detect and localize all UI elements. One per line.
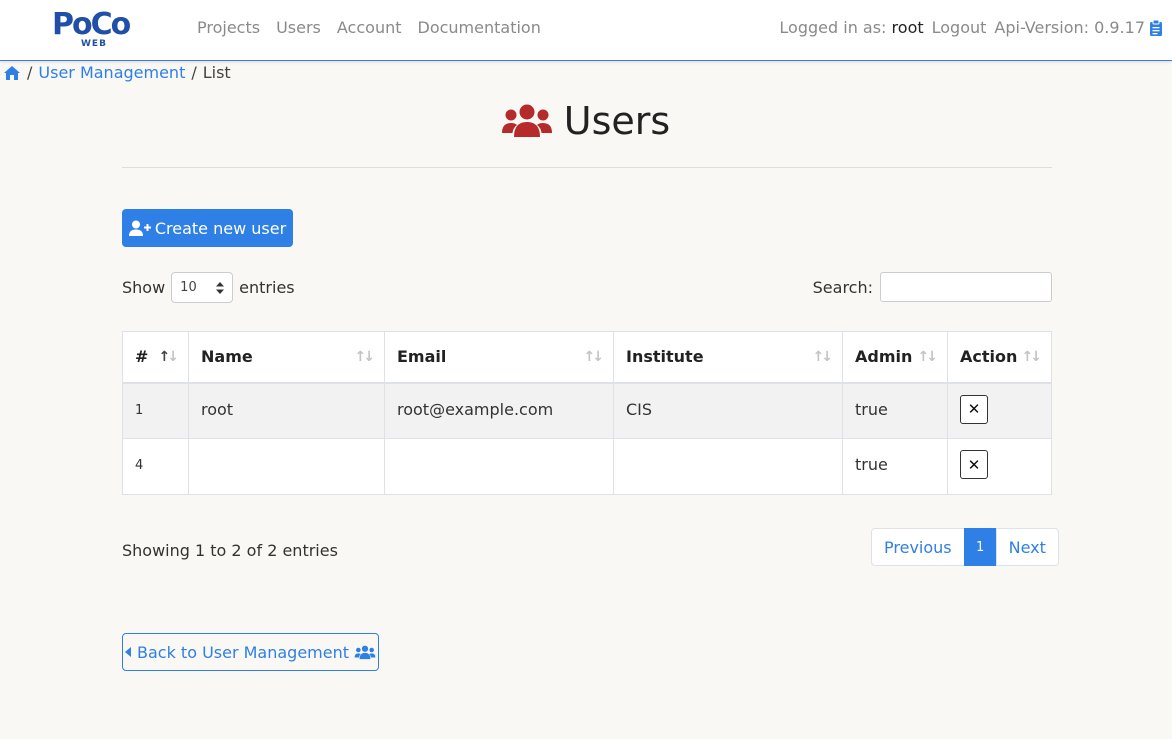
logged-in-label: Logged in as: xyxy=(779,18,887,37)
logout-link[interactable]: Logout xyxy=(932,18,987,38)
column-header-label: Admin xyxy=(855,347,913,367)
breadcrumb-separator: / xyxy=(27,63,33,82)
column-header-label: Institute xyxy=(626,347,704,367)
sort-icon: ↑↓ xyxy=(1021,348,1043,365)
pagination: Previous 1 Next xyxy=(871,528,1059,566)
cell-email: root@example.com xyxy=(384,382,614,439)
cell-email xyxy=(384,438,614,495)
sort-icon: ↑↓ xyxy=(583,348,605,365)
pagination-previous[interactable]: Previous xyxy=(871,528,965,566)
cell-institute xyxy=(613,438,843,495)
column-header-name[interactable]: Name ↑↓ xyxy=(188,331,385,384)
breadcrumb: / User Management / List xyxy=(3,63,231,83)
column-header-label: # xyxy=(135,347,149,367)
table-header-row: # ↑↓ Name ↑↓ Email ↑↓ Institute ↑↓ Admin… xyxy=(122,331,1052,384)
breadcrumb-separator: / xyxy=(191,63,197,82)
sort-icon: ↑↓ xyxy=(354,348,376,365)
cell-institute: CIS xyxy=(613,382,843,439)
sort-icon: ↑↓ xyxy=(812,348,834,365)
user-plus-icon xyxy=(128,220,151,236)
create-user-button[interactable]: Create new user xyxy=(122,209,293,247)
column-header-label: Name xyxy=(201,347,253,367)
column-header-admin[interactable]: Admin ↑↓ xyxy=(842,331,948,384)
clipboard-icon[interactable] xyxy=(1150,20,1162,36)
cell-name: root xyxy=(188,382,385,439)
cell-admin: true xyxy=(842,438,948,495)
pagination-page-1[interactable]: 1 xyxy=(963,528,997,566)
users-table: # ↑↓ Name ↑↓ Email ↑↓ Institute ↑↓ Admin… xyxy=(122,331,1052,495)
create-user-label: Create new user xyxy=(154,218,287,238)
poco-logo[interactable]: PoCo WEB xyxy=(52,8,136,50)
page-size-control: Show 10 entries xyxy=(122,272,295,303)
back-to-user-management-button[interactable]: Back to User Management xyxy=(122,633,379,671)
users-icon xyxy=(354,645,376,659)
title-divider xyxy=(122,167,1052,168)
sort-ascending-icon: ↑↓ xyxy=(158,348,180,365)
delete-user-button[interactable]: ✕ xyxy=(960,394,988,424)
users-icon xyxy=(501,104,552,137)
close-icon: ✕ xyxy=(967,455,981,474)
column-header-id[interactable]: # ↑↓ xyxy=(122,331,189,384)
back-label: Back to User Management xyxy=(136,642,350,662)
delete-user-button[interactable]: ✕ xyxy=(960,450,988,479)
pagination-next[interactable]: Next xyxy=(995,528,1059,566)
caret-left-icon xyxy=(124,647,131,657)
nav-users[interactable]: Users xyxy=(276,18,321,38)
cell-admin: true xyxy=(842,382,948,439)
top-navbar: PoCo WEB Projects Users Account Document… xyxy=(0,0,1172,61)
breadcrumb-user-management[interactable]: User Management xyxy=(38,63,185,83)
select-arrows-icon xyxy=(216,281,225,294)
breadcrumb-current: List xyxy=(202,63,231,82)
nav-right: Logged in as: root Logout Api-Version: 0… xyxy=(779,18,1162,38)
page-title: Users xyxy=(0,98,1172,144)
page-size-select[interactable]: 10 xyxy=(171,272,234,303)
home-icon[interactable] xyxy=(3,65,21,81)
page-size-value: 10 xyxy=(180,280,197,295)
show-label: Show xyxy=(122,278,166,297)
table-info: Showing 1 to 2 of 2 entries xyxy=(122,541,338,560)
cell-id: 4 xyxy=(122,438,189,495)
page-heading: Users xyxy=(563,99,671,143)
close-icon: ✕ xyxy=(967,400,981,418)
column-header-action[interactable]: Action ↑↓ xyxy=(947,331,1052,384)
api-version: Api-Version: 0.9.17 xyxy=(994,18,1162,38)
column-header-institute[interactable]: Institute ↑↓ xyxy=(613,331,843,384)
column-header-label: Email xyxy=(397,347,447,367)
table-row: 1 root root@example.com CIS true ✕ xyxy=(122,382,1052,439)
entries-label: entries xyxy=(239,278,295,297)
sort-icon: ↑↓ xyxy=(917,348,939,365)
nav-projects[interactable]: Projects xyxy=(197,18,260,38)
logo-subtext: WEB xyxy=(81,39,107,49)
cell-action: ✕ xyxy=(947,382,1052,439)
column-header-email[interactable]: Email ↑↓ xyxy=(384,331,614,384)
table-search: Search: xyxy=(813,272,1052,302)
nav-documentation[interactable]: Documentation xyxy=(418,18,541,38)
nav-links: Projects Users Account Documentation xyxy=(197,18,541,38)
search-input[interactable] xyxy=(880,272,1052,302)
cell-action: ✕ xyxy=(947,438,1052,495)
table-row: 4 true ✕ xyxy=(122,438,1052,495)
logged-in-user: root xyxy=(891,18,924,37)
nav-account[interactable]: Account xyxy=(337,18,402,38)
api-version-text: Api-Version: 0.9.17 xyxy=(994,18,1145,37)
cell-name xyxy=(188,438,385,495)
column-header-label: Action xyxy=(960,347,1018,367)
logo-text: PoCo xyxy=(52,7,131,42)
search-label: Search: xyxy=(812,277,873,297)
logged-in-status: Logged in as: root xyxy=(779,18,923,38)
cell-id: 1 xyxy=(122,382,189,439)
